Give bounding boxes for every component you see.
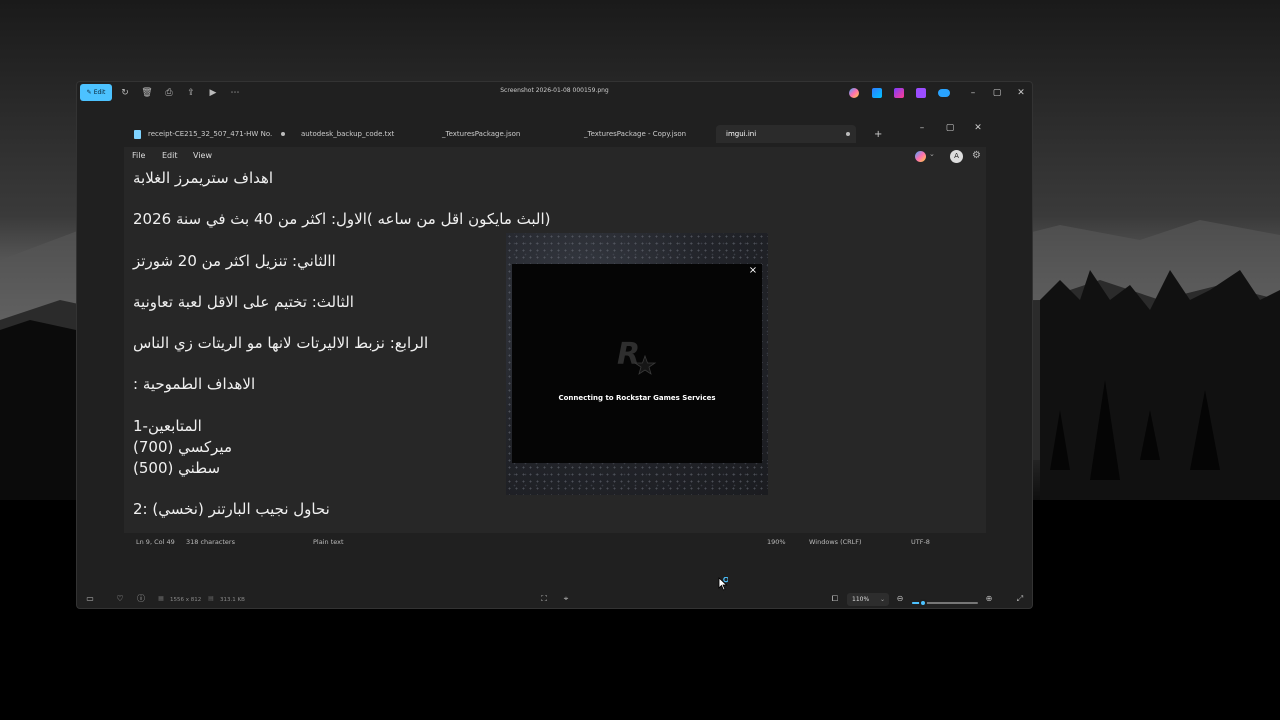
menu-file[interactable]: File: [132, 151, 145, 160]
settings-gear-icon[interactable]: ⚙: [972, 150, 981, 161]
zoom-level[interactable]: 190%: [767, 538, 786, 546]
svg-text:R: R: [617, 337, 640, 372]
menu-edit[interactable]: Edit: [162, 151, 178, 160]
tab-label: _TexturesPackage - Copy.json: [584, 130, 687, 138]
photos-viewer-window: ✎ Edit ↻ 🗑 ⎙ ⇪ ▶ ⋯ Screenshot 2026-01-08…: [76, 81, 1033, 609]
notepad-status-bar: Ln 9, Col 49 318 characters Plain text 1…: [124, 533, 986, 551]
tab-receipt[interactable]: receipt-CE215_32_507_471-HW No.: [124, 125, 284, 143]
text-line: الاهداف الطموحية :: [133, 375, 256, 393]
crop-icon[interactable]: ⛶: [537, 592, 551, 606]
tab-label: autodesk_backup_code.txt: [301, 130, 395, 138]
share-icon[interactable]: ⇪: [184, 86, 198, 100]
fit-to-window-icon[interactable]: ⧠: [828, 592, 842, 606]
slideshow-icon[interactable]: ▶: [206, 86, 220, 100]
image-dimensions-icon: ▦: [158, 595, 164, 602]
rotate-icon[interactable]: ↻: [118, 86, 132, 100]
text-line: الرابع: نزبط الاليرتات لانها مو الريتات …: [133, 334, 429, 352]
close-button[interactable]: ✕: [1013, 85, 1029, 101]
text-line: نحاول نجيب البارتنر (نخسي) :2: [133, 500, 330, 518]
visual-search-icon[interactable]: ⌖: [559, 592, 573, 606]
photos-bottom-bar: ▭ ♡ ⓘ ▦ 1556 x 812 ▤ 313.1 KB ⛶ ⌖ ⧠ 110%…: [77, 588, 1032, 608]
more-icon[interactable]: ⋯: [228, 86, 242, 100]
notepad-menu-bar: File Edit View ⌄ A ⚙: [124, 147, 986, 167]
file-type: Plain text: [313, 538, 344, 546]
onenote-icon[interactable]: [916, 88, 926, 98]
image-dimensions: 1556 x 812: [170, 597, 202, 603]
tab-label: imgui.ini: [726, 130, 757, 138]
info-icon[interactable]: ⓘ: [134, 592, 148, 606]
copilot-icon[interactable]: [915, 151, 926, 162]
tab-modified-dot: [281, 132, 285, 136]
notepad-tab-bar: receipt-CE215_32_507_471-HW No. autodesk…: [124, 119, 986, 147]
copilot-icon[interactable]: [849, 88, 859, 98]
text-line: الثالث: تختيم على الاقل لعبة تعاونية: [133, 293, 354, 311]
window-title: Screenshot 2026-01-08 000159.png: [500, 87, 609, 94]
rockstar-dialog: × R Connecting to Rockstar Games Service…: [512, 264, 762, 463]
zoom-dropdown[interactable]: 110% ⌄: [847, 593, 889, 606]
tab-autodesk[interactable]: autodesk_backup_code.txt: [291, 125, 421, 143]
chevron-down-icon[interactable]: ⌄: [929, 150, 935, 158]
connecting-message: Connecting to Rockstar Games Services: [558, 394, 716, 402]
screenshot-image: receipt-CE215_32_507_471-HW No. autodesk…: [124, 119, 986, 551]
tab-imgui[interactable]: imgui.ini: [716, 125, 856, 143]
tab-label: receipt-CE215_32_507_471-HW No.: [148, 130, 273, 138]
rockstar-launcher-frame: × R Connecting to Rockstar Games Service…: [506, 233, 768, 495]
notepad-minimize-button[interactable]: –: [914, 120, 930, 136]
file-size: 313.1 KB: [220, 597, 245, 603]
maximize-button[interactable]: ▢: [989, 85, 1005, 101]
zoom-in-icon[interactable]: ⊕: [982, 592, 996, 606]
tab-textures-copy[interactable]: _TexturesPackage - Copy.json: [574, 125, 714, 143]
text-line: سطني (500): [133, 459, 221, 477]
zoom-slider[interactable]: [912, 599, 978, 607]
tab-modified-dot: [846, 132, 850, 136]
fullscreen-icon[interactable]: ⤢: [1013, 592, 1027, 606]
text-line: اهداف ستريمرز الغلابة: [133, 169, 274, 187]
delete-icon[interactable]: 🗑: [140, 86, 154, 100]
favorite-heart-icon[interactable]: ♡: [113, 592, 127, 606]
edit-label: Edit: [93, 89, 106, 96]
clipchamp-icon[interactable]: [894, 88, 904, 98]
notepad-close-button[interactable]: ✕: [970, 120, 986, 136]
mouse-cursor-icon: [718, 577, 728, 591]
text-line: المتابعين-1: [133, 417, 202, 435]
edit-icon: ✎: [86, 89, 92, 96]
line-ending[interactable]: Windows (CRLF): [809, 538, 862, 546]
rockstar-logo-icon: R: [617, 337, 657, 375]
zoom-out-icon[interactable]: ⊖: [893, 592, 907, 606]
text-line: ميركسي (700): [133, 438, 232, 456]
photos-titlebar: ✎ Edit ↻ 🗑 ⎙ ⇪ ▶ ⋯ Screenshot 2026-01-08…: [77, 82, 1032, 104]
text-line: (البث مايكون اقل من ساعه )الاول: اكثر من…: [133, 210, 551, 228]
minimize-button[interactable]: –: [965, 85, 981, 101]
zoom-value: 110%: [852, 596, 870, 603]
menu-view[interactable]: View: [193, 151, 212, 160]
designer-icon[interactable]: [872, 88, 882, 98]
notepad-maximize-button[interactable]: ▢: [942, 120, 958, 136]
rockstar-close-button[interactable]: ×: [747, 265, 759, 277]
notepad-file-icon: [134, 129, 141, 139]
new-tab-button[interactable]: +: [864, 125, 884, 143]
encoding[interactable]: UTF-8: [911, 538, 930, 546]
chevron-down-icon: ⌄: [879, 596, 885, 603]
zoom-slider-thumb[interactable]: [919, 599, 928, 607]
filmstrip-icon[interactable]: ▭: [83, 592, 97, 606]
print-icon[interactable]: ⎙: [162, 86, 176, 100]
tab-textures[interactable]: _TexturesPackage.json: [432, 125, 562, 143]
character-count: 318 characters: [186, 538, 235, 546]
cursor-position: Ln 9, Col 49: [136, 538, 175, 546]
tab-label: _TexturesPackage.json: [442, 130, 521, 138]
avatar[interactable]: A: [950, 150, 963, 163]
edit-button[interactable]: ✎ Edit: [80, 84, 112, 101]
onedrive-icon[interactable]: [938, 89, 950, 97]
file-size-icon: ▤: [208, 595, 214, 602]
text-line: االثاني: تنزيل اكثر من 20 شورتز: [133, 252, 336, 270]
